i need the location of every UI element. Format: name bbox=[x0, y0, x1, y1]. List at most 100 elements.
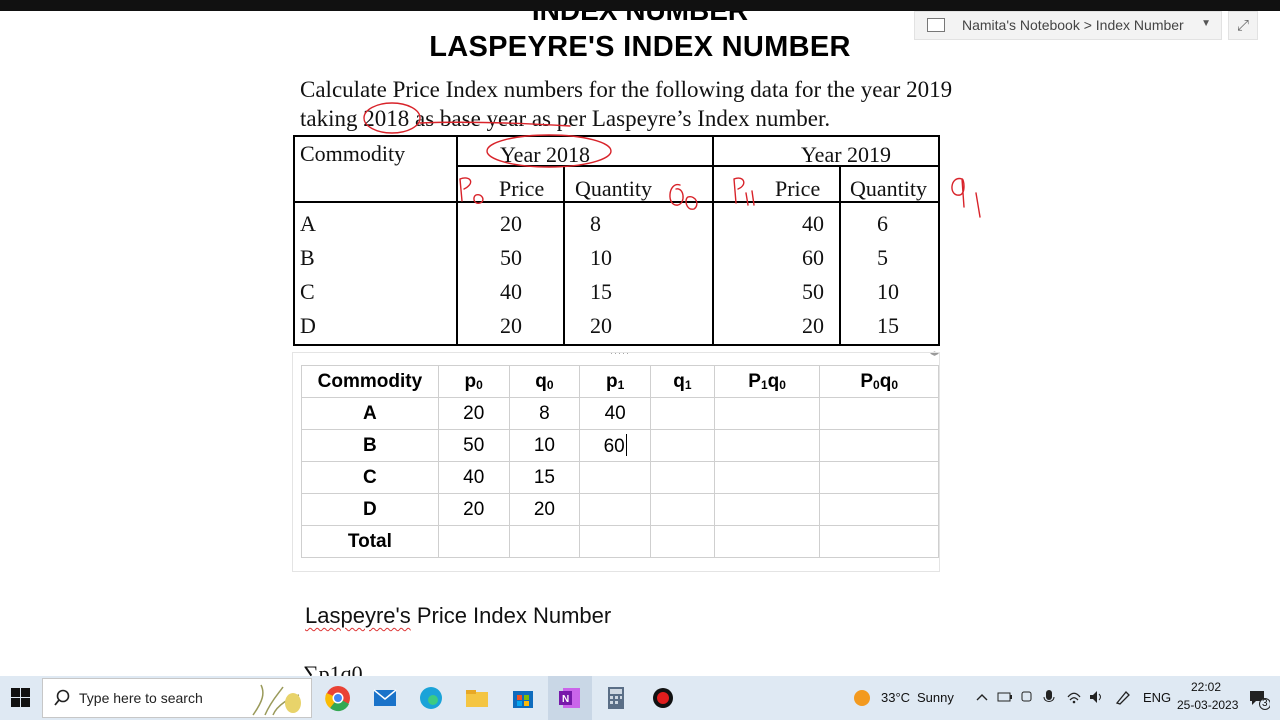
misspelled-word[interactable]: Laspeyre's bbox=[305, 603, 411, 628]
header-q1[interactable]: q1 bbox=[650, 365, 715, 398]
chevron-up-icon[interactable] bbox=[975, 690, 989, 704]
price-cell: 50 bbox=[802, 279, 824, 304]
chrome-icon[interactable] bbox=[322, 682, 354, 714]
table-cell[interactable] bbox=[713, 493, 821, 526]
table-row: B 50 10 60 bbox=[301, 429, 939, 462]
table-cell[interactable]: 40 bbox=[579, 397, 652, 430]
volume-icon[interactable] bbox=[1088, 689, 1106, 705]
taskbar-search-box[interactable]: Type here to search bbox=[42, 678, 312, 718]
table-cell[interactable]: 40 bbox=[437, 461, 510, 494]
pen-icon[interactable] bbox=[1114, 688, 1132, 706]
note-text: Price Index Number bbox=[410, 603, 612, 628]
header-subscript: 1 bbox=[684, 377, 692, 392]
svg-text:N: N bbox=[562, 694, 569, 705]
price-header: Price bbox=[775, 176, 821, 201]
clock-date[interactable]: 25-03-2023 bbox=[1177, 698, 1238, 712]
edge-browser-icon[interactable] bbox=[415, 682, 447, 714]
commodity-cell: D bbox=[300, 313, 316, 338]
table-cell[interactable] bbox=[508, 525, 581, 558]
table-cell[interactable] bbox=[819, 525, 939, 558]
table-cell[interactable]: B bbox=[301, 429, 439, 462]
table-cell[interactable]: 8 bbox=[508, 397, 581, 430]
battery-icon[interactable] bbox=[997, 690, 1013, 704]
table-cell[interactable] bbox=[819, 397, 939, 430]
weather-temperature[interactable]: 33°C bbox=[881, 690, 910, 705]
table-cell[interactable]: 10 bbox=[508, 429, 581, 462]
table-cell[interactable] bbox=[819, 461, 939, 494]
header-p0q0[interactable]: P0q0 bbox=[819, 365, 939, 398]
quantity-cell: 20 bbox=[590, 313, 612, 338]
formula-note[interactable]: ∑p1q0 bbox=[303, 661, 363, 676]
search-highlight-icon bbox=[252, 684, 301, 716]
table-header-row: Commodity p0 q0 p1 q1 P1q0 P0q0 bbox=[301, 365, 939, 398]
table-cell[interactable]: D bbox=[301, 493, 439, 526]
table-cell[interactable] bbox=[713, 397, 821, 430]
weather-description[interactable]: Sunny bbox=[917, 690, 954, 705]
table-cell[interactable] bbox=[713, 525, 821, 558]
header-text: q bbox=[879, 370, 892, 392]
laspeyre-heading-note[interactable]: Laspeyre's Price Index Number bbox=[305, 603, 611, 629]
table-cell[interactable] bbox=[713, 461, 821, 494]
table-cell[interactable]: 50 bbox=[437, 429, 510, 462]
meet-now-icon[interactable] bbox=[1020, 689, 1034, 705]
header-subscript: 0 bbox=[779, 377, 786, 392]
start-button[interactable] bbox=[0, 676, 42, 720]
table-cell[interactable] bbox=[650, 461, 715, 494]
table-cell[interactable] bbox=[437, 525, 510, 558]
chevron-down-icon[interactable]: ▼ bbox=[1201, 18, 1211, 29]
store-icon[interactable] bbox=[507, 682, 539, 714]
table-cell[interactable]: 20 bbox=[437, 493, 510, 526]
note-container[interactable]: Commodity p0 q0 p1 q1 P1q0 P0q0 A 20 8 4… bbox=[292, 352, 940, 572]
header-p1[interactable]: p1 bbox=[579, 365, 652, 398]
table-cell[interactable]: 20 bbox=[437, 397, 510, 430]
notebook-breadcrumb[interactable]: Namita's Notebook > Index Number ▼ bbox=[914, 11, 1222, 40]
onenote-page-canvas[interactable]: INDEX NUMBER LASPEYRE'S INDEX NUMBER Cal… bbox=[0, 11, 1280, 676]
commodity-cell: A bbox=[300, 211, 316, 236]
table-cell[interactable]: 15 bbox=[508, 461, 581, 494]
quantity-cell: 15 bbox=[590, 279, 612, 304]
wifi-icon[interactable] bbox=[1066, 689, 1082, 705]
table-cell[interactable] bbox=[650, 493, 715, 526]
table-cell[interactable]: 20 bbox=[508, 493, 581, 526]
table-cell[interactable] bbox=[650, 397, 715, 430]
table-divider bbox=[839, 167, 841, 344]
problem-statement: Calculate Price Index numbers for the fo… bbox=[300, 75, 952, 133]
breadcrumb-text: Namita's Notebook > Index Number bbox=[962, 17, 1184, 33]
expand-icon[interactable]: ⤢ bbox=[1228, 11, 1258, 40]
table-cell[interactable] bbox=[579, 461, 652, 494]
windows-logo-icon bbox=[11, 688, 30, 707]
active-table-cell[interactable]: 60 bbox=[579, 429, 652, 462]
onenote-taskbar-active[interactable]: N bbox=[548, 676, 592, 720]
table-divider bbox=[563, 167, 565, 344]
table-cell[interactable] bbox=[650, 525, 715, 558]
base-year-text: 2018 bbox=[363, 106, 410, 131]
cell-text: 60 bbox=[603, 435, 625, 457]
header-text: q bbox=[673, 370, 685, 392]
file-explorer-icon[interactable] bbox=[461, 682, 493, 714]
table-cell[interactable] bbox=[713, 429, 821, 462]
total-label[interactable]: Total bbox=[301, 525, 439, 558]
table-cell[interactable] bbox=[650, 429, 715, 462]
input-language[interactable]: ENG bbox=[1143, 690, 1171, 705]
table-cell[interactable] bbox=[819, 493, 939, 526]
table-cell[interactable] bbox=[579, 525, 652, 558]
microphone-icon[interactable] bbox=[1043, 688, 1055, 706]
laspeyre-calc-table[interactable]: Commodity p0 q0 p1 q1 P1q0 P0q0 A 20 8 4… bbox=[301, 365, 939, 558]
table-cell[interactable] bbox=[819, 429, 939, 462]
table-cell[interactable]: C bbox=[301, 461, 439, 494]
calculator-icon[interactable] bbox=[600, 682, 632, 714]
problem-line-1: Calculate Price Index numbers for the fo… bbox=[300, 77, 953, 102]
mail-icon[interactable] bbox=[369, 682, 401, 714]
table-cell[interactable] bbox=[579, 493, 652, 526]
clock-time[interactable]: 22:02 bbox=[1191, 680, 1221, 694]
header-p0[interactable]: p0 bbox=[437, 365, 510, 398]
table-cell[interactable]: A bbox=[301, 397, 439, 430]
price-cell: 40 bbox=[500, 279, 522, 304]
header-q0[interactable]: q0 bbox=[508, 365, 581, 398]
screen-recorder-icon[interactable] bbox=[647, 682, 679, 714]
header-subscript: 0 bbox=[476, 377, 483, 392]
price-cell: 60 bbox=[802, 245, 824, 270]
header-text: P bbox=[860, 370, 874, 392]
header-commodity[interactable]: Commodity bbox=[301, 365, 439, 398]
header-p1q0[interactable]: P1q0 bbox=[713, 365, 821, 398]
